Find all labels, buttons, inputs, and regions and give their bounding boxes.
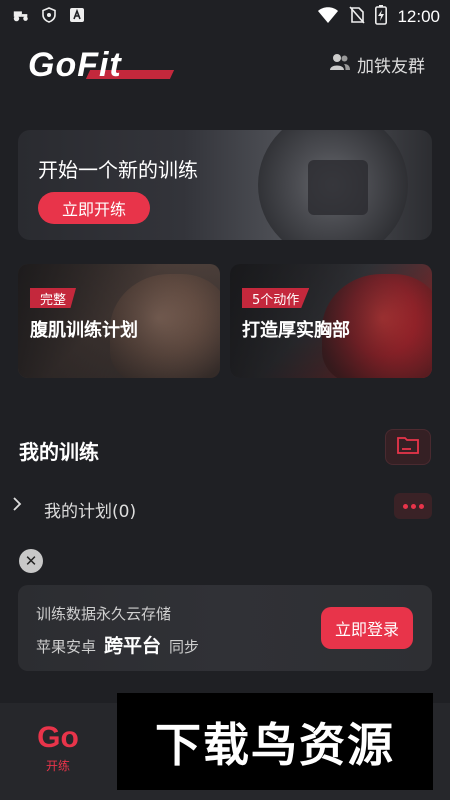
my-plan-label: 我的计划(0): [44, 502, 137, 522]
gofit-logo: GoFit: [28, 46, 175, 84]
close-banner-button[interactable]: ✕: [19, 549, 43, 573]
banner-line1: 训练数据永久云存储: [36, 605, 172, 623]
wifi-icon: [317, 6, 339, 28]
status-bar: 12:00: [0, 0, 450, 32]
join-group-button[interactable]: 加铁友群: [329, 52, 425, 77]
clock: 12:00: [397, 7, 440, 26]
banner-suffix: 同步: [169, 638, 200, 656]
go-logo-icon: Go: [37, 721, 79, 754]
folder-icon: [397, 436, 419, 458]
battery-charging-icon: [375, 5, 388, 29]
my-plan-row[interactable]: 我的计划(0): [0, 488, 450, 528]
shield-icon: [40, 7, 58, 23]
font-a-icon: [68, 7, 86, 23]
plan-tag: 5个动作: [242, 288, 310, 308]
hero-title: 开始一个新的训练: [38, 158, 198, 182]
chevron-right-icon: [12, 496, 22, 517]
banner-line2: 苹果安卓 跨平台 同步: [36, 631, 199, 658]
watermark-overlay: 下载鸟资源: [117, 693, 433, 790]
plan-title: 打造厚实胸部: [242, 320, 350, 341]
nav-tab-label: 开练: [45, 759, 70, 773]
plan-title: 腹肌训练计划: [30, 320, 138, 341]
start-now-button[interactable]: 立即开练: [38, 192, 150, 224]
cloud-sync-banner: 训练数据永久云存储 苹果安卓 跨平台 同步 立即登录: [18, 585, 432, 671]
close-icon: ✕: [24, 552, 38, 570]
start-training-card[interactable]: 开始一个新的训练 立即开练: [18, 130, 432, 240]
folder-button[interactable]: [385, 429, 431, 465]
more-dot: [418, 503, 424, 509]
more-dot: [410, 503, 416, 509]
plan-card-abs[interactable]: 完整 腹肌训练计划: [18, 264, 220, 378]
my-training-title: 我的训练: [19, 440, 99, 464]
tractor-icon: [12, 7, 30, 23]
people-icon: [329, 53, 351, 76]
login-button[interactable]: 立即登录: [321, 607, 413, 649]
header: GoFit 加铁友群: [0, 40, 450, 88]
watermark-text: 下载鸟资源: [155, 717, 395, 772]
hero-image-detail: [308, 160, 368, 215]
plan-tag: 完整: [30, 288, 77, 308]
banner-emphasis: 跨平台: [104, 635, 162, 657]
plan-card-chest[interactable]: 5个动作 打造厚实胸部: [230, 264, 432, 378]
more-dot: [402, 503, 408, 509]
banner-prefix: 苹果安卓: [36, 638, 97, 656]
no-sim-icon: [349, 6, 366, 28]
join-group-label: 加铁友群: [357, 57, 425, 77]
more-options-button[interactable]: [394, 493, 432, 519]
nav-tab-train[interactable]: Go 开练: [30, 721, 86, 774]
